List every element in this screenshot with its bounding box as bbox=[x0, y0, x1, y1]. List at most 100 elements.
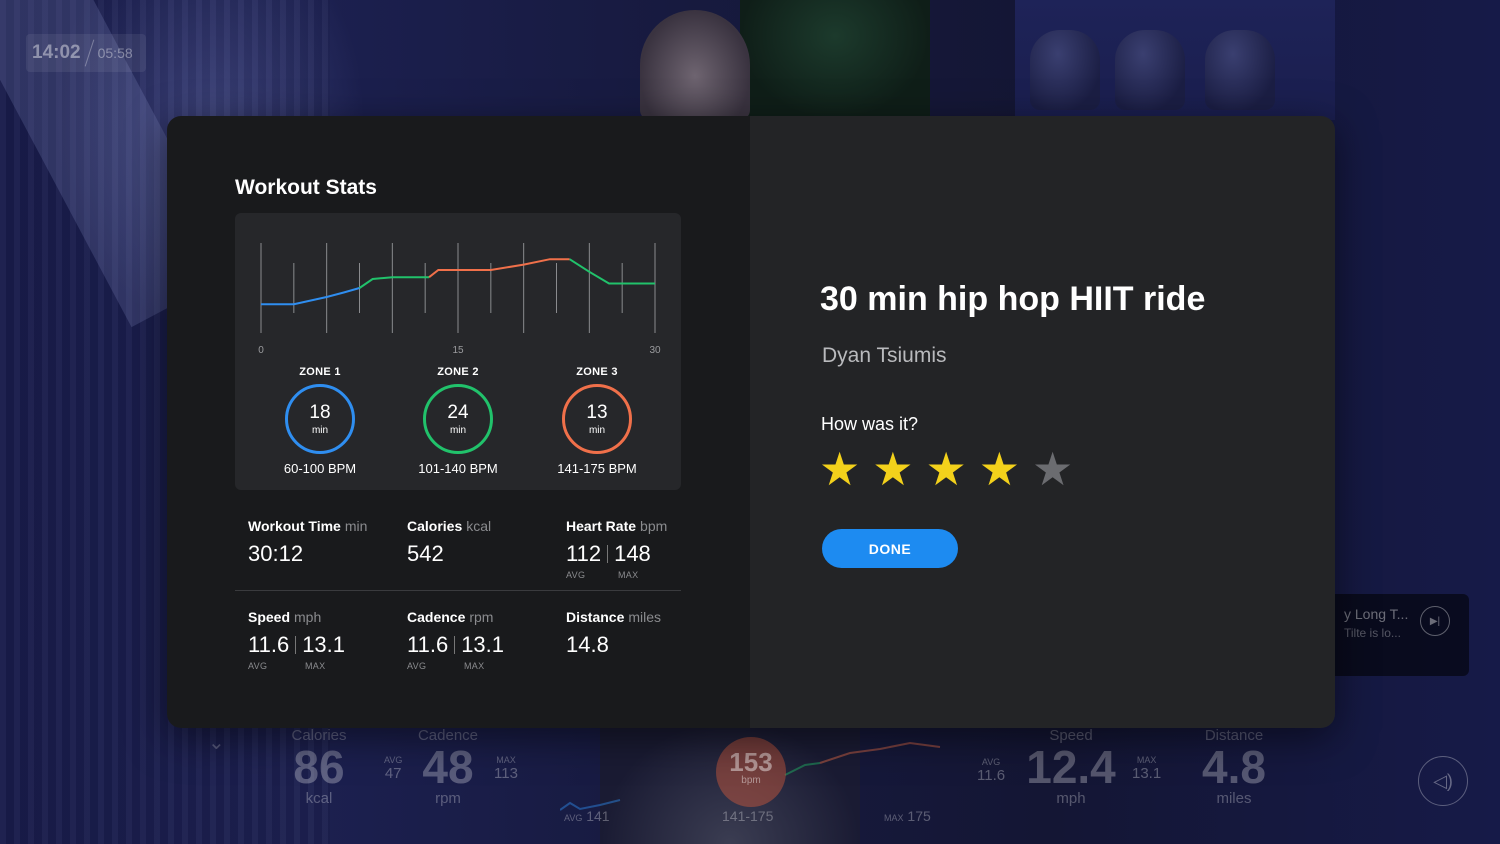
stat-workout-time-value: 30:12 bbox=[248, 541, 304, 566]
workout-complete-modal: Workout Stats 0 15 30 ZONE 1 18 min 60-100… bbox=[167, 116, 1335, 728]
stat-cadence: Cadence rpm 11.6 13.1 AVG MAX bbox=[407, 609, 505, 671]
value-divider bbox=[607, 545, 609, 563]
star-5-icon[interactable]: ★ bbox=[1032, 446, 1073, 492]
zone-3-unit: min bbox=[588, 424, 606, 436]
volume-icon[interactable]: ◁) bbox=[1418, 756, 1468, 806]
star-3-icon[interactable]: ★ bbox=[926, 446, 967, 492]
zone-3-range: 141-175 BPM bbox=[557, 461, 637, 476]
stats-divider bbox=[235, 590, 681, 591]
avg-label: AVG bbox=[566, 570, 586, 580]
kettlebell bbox=[1205, 30, 1275, 110]
chart-series-zone-2-segment-3 bbox=[569, 258, 655, 285]
clock-elapsed: 05:58 bbox=[97, 45, 133, 61]
zone-1-range: 60-100 BPM bbox=[283, 461, 357, 476]
done-button[interactable]: DONE bbox=[822, 529, 958, 568]
stat-calories: Calories kcal 542 bbox=[407, 518, 491, 567]
workout-stats-panel: Workout Stats 0 15 30 ZONE 1 18 min 60-100… bbox=[167, 116, 750, 728]
metric-cadence-avg: AVG 47 bbox=[384, 755, 402, 782]
heart-rate-zone-chart: 0 15 30 bbox=[258, 243, 661, 356]
metric-cadence-avg-value: 47 bbox=[384, 764, 402, 782]
max-label: MAX bbox=[305, 661, 326, 671]
stat-distance-unit: miles bbox=[628, 609, 662, 625]
metric-speed-value: 12.4 bbox=[1026, 741, 1116, 793]
heart-rate-value: 153 bbox=[729, 747, 773, 777]
clock-time: 14:02 bbox=[32, 42, 81, 63]
zone-2: ZONE 2 24 min 101-140 BPM bbox=[398, 366, 518, 476]
heart-rate-unit: bpm bbox=[741, 775, 761, 786]
zone-1-ring: 18 min bbox=[285, 384, 355, 454]
zone-2-minutes: 24 bbox=[447, 401, 469, 423]
chevron-down-icon[interactable]: ⌄ bbox=[208, 730, 225, 755]
class-clock: 14:02 05:58 bbox=[26, 34, 146, 72]
instructor-name: Dyan Tsiumis bbox=[822, 344, 947, 367]
star-4-icon[interactable]: ★ bbox=[979, 446, 1020, 492]
zone-3-ring: 13 min bbox=[562, 384, 632, 454]
stat-distance-value: 14.8 bbox=[566, 632, 609, 657]
heart-rate-avg-label: AVG bbox=[564, 813, 583, 823]
stat-heart-rate-avg: 112 bbox=[566, 541, 602, 566]
stat-speed: Speed mph 11.6 13.1 AVG MAX bbox=[248, 609, 345, 671]
stat-cadence-max: 13.1 bbox=[461, 632, 505, 657]
background-plant bbox=[740, 0, 930, 120]
zone-2-label: ZONE 2 bbox=[437, 366, 479, 378]
chart-series-zone-2-segment-1 bbox=[358, 276, 430, 289]
kettlebell bbox=[1030, 30, 1100, 110]
ride-title: 30 min hip hop HIIT ride bbox=[820, 280, 1206, 318]
stat-workout-time-label: Workout Time bbox=[248, 518, 341, 534]
heart-rate-zone: 141-175 bbox=[722, 808, 774, 824]
chart-x-tick-label: 0 bbox=[258, 345, 264, 356]
stat-calories-value: 542 bbox=[407, 541, 444, 566]
stat-workout-time-unit: min bbox=[344, 518, 368, 534]
skip-track-icon[interactable]: ▶| bbox=[1420, 606, 1450, 636]
rating-prompt: How was it? bbox=[821, 414, 919, 434]
metric-calories: Calories 86 kcal bbox=[284, 727, 354, 807]
metric-distance: Distance 4.8 miles bbox=[1196, 727, 1272, 807]
stat-speed-unit: mph bbox=[294, 609, 322, 625]
stat-heart-rate: Heart Rate bpm 112 148 AVG MAX bbox=[566, 518, 668, 580]
avg-label: AVG bbox=[407, 661, 427, 671]
stat-calories-unit: kcal bbox=[466, 518, 492, 534]
max-label: MAX bbox=[464, 661, 485, 671]
value-divider bbox=[295, 636, 297, 654]
stat-workout-time: Workout Time min 30:12 bbox=[248, 518, 367, 567]
clock-divider bbox=[84, 39, 94, 67]
stat-heart-rate-unit: bpm bbox=[640, 518, 668, 534]
metric-speed-max: MAX 13.1 bbox=[1132, 755, 1162, 782]
metric-distance-value: 4.8 bbox=[1202, 741, 1266, 793]
heart-rate-zone-panel: 0 15 30 ZONE 1 18 min 60-100 BPM ZONE 2 24… bbox=[235, 213, 681, 490]
metric-calories-value: 86 bbox=[293, 741, 345, 793]
star-2-icon[interactable]: ★ bbox=[872, 446, 913, 492]
stat-heart-rate-max: 148 bbox=[614, 541, 651, 566]
stat-speed-avg: 11.6 bbox=[248, 632, 290, 657]
heart-rate-max-value: 175 bbox=[907, 808, 931, 824]
chart-x-tick-label: 30 bbox=[649, 345, 661, 356]
now-playing-title: y Long T... bbox=[1344, 606, 1409, 622]
now-playing-artist: Tilte is lo... bbox=[1344, 626, 1401, 640]
zone-1-minutes: 18 bbox=[309, 401, 331, 423]
zone-2-unit: min bbox=[449, 424, 467, 436]
value-divider bbox=[454, 636, 456, 654]
star-1-icon[interactable]: ★ bbox=[819, 446, 860, 492]
chart-series-zone-1-segment-0 bbox=[261, 287, 360, 306]
metric-speed: Speed 12.4 mph bbox=[1024, 727, 1118, 807]
ride-rating-panel: 30 min hip hop HIIT ride Dyan Tsiumis Ho… bbox=[750, 116, 1335, 728]
star-rating[interactable]: ★ ★ ★ ★ ★ bbox=[819, 446, 1073, 492]
kettlebell bbox=[1115, 30, 1185, 110]
metric-speed-avg-value: 11.6 bbox=[977, 766, 1006, 784]
max-label: MAX bbox=[618, 570, 639, 580]
chart-series-zone-3-segment-2 bbox=[428, 258, 570, 278]
zone-2-ring: 24 min bbox=[423, 384, 493, 454]
stat-heart-rate-label: Heart Rate bbox=[566, 518, 637, 534]
metric-speed-max-value: 13.1 bbox=[1132, 764, 1162, 782]
zone-1-label: ZONE 1 bbox=[299, 366, 341, 378]
heart-rate-max-label: MAX bbox=[884, 813, 904, 823]
metric-cadence-max: MAX 113 bbox=[494, 755, 518, 782]
zone-3-label: ZONE 3 bbox=[576, 366, 618, 378]
heart-rate-avg: AVG 141 bbox=[564, 808, 610, 824]
stat-distance-label: Distance bbox=[566, 609, 625, 625]
stat-cadence-unit: rpm bbox=[469, 609, 494, 625]
stat-speed-label: Speed bbox=[248, 609, 291, 625]
heart-rate-badge: 153 bpm bbox=[716, 737, 786, 807]
heart-rate-max: MAX 175 bbox=[884, 808, 931, 824]
zone-2-range: 101-140 BPM bbox=[418, 461, 498, 476]
